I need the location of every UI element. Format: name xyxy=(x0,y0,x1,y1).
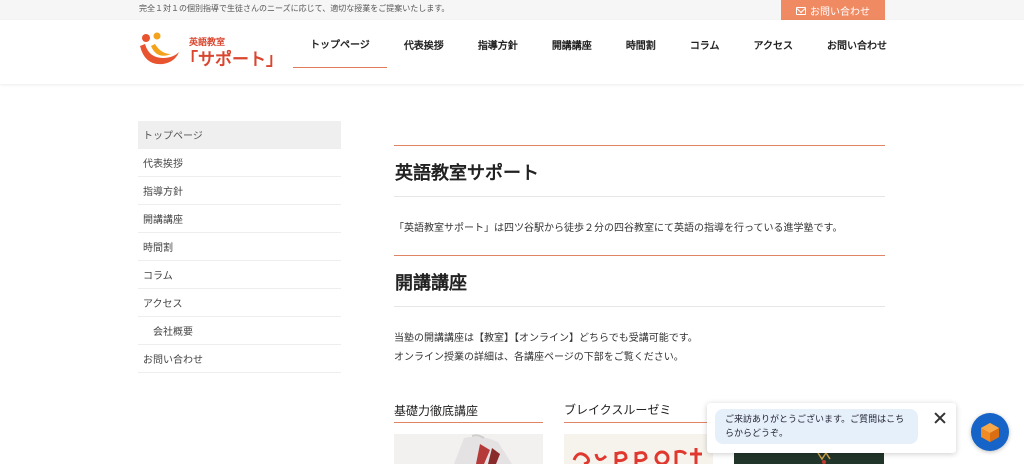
sidebar-item-top[interactable]: トップページ xyxy=(138,121,341,149)
nav-policy[interactable]: 指導方針 xyxy=(461,20,535,68)
chat-popup: ご来訪ありがとうございます。ご質問はこちらからどうぞ。 xyxy=(707,403,956,453)
sidebar-item-access[interactable]: アクセス xyxy=(138,289,341,317)
course-title-basic[interactable]: 基礎力徹底講座 xyxy=(394,402,478,419)
logo-mark-icon xyxy=(140,32,179,65)
courses-description-2: オンライン授業の詳細は、各講座ページの下部をご覧ください。 xyxy=(394,352,684,363)
sidebar-item-greeting[interactable]: 代表挨拶 xyxy=(138,149,341,177)
tagline: 完全１対１の個別指導で生徒さんのニーズに応じて、適切な授業をご提案いたします。 xyxy=(139,4,450,13)
nav-courses[interactable]: 開講講座 xyxy=(535,20,609,68)
sidebar: トップページ 代表挨拶 指導方針 開講講座 時間割 コラム アクセス 会社概要 … xyxy=(138,121,341,373)
course-image-basic[interactable] xyxy=(394,434,543,464)
school-description: 「英語教室サポート」は四ツ谷駅から徒歩２分の四谷教室にて英語の指導を行っている進… xyxy=(394,223,843,234)
nav-top[interactable]: トップページ xyxy=(293,20,387,68)
cube-icon xyxy=(981,423,999,442)
contact-button-label: お問い合わせ xyxy=(810,7,870,18)
course-title-breakthrough[interactable]: ブレイクスルーゼミ xyxy=(564,401,671,418)
chat-launcher-button[interactable] xyxy=(971,413,1009,451)
course-underline xyxy=(394,422,543,423)
contact-button-top[interactable]: お問い合わせ xyxy=(781,0,885,21)
nav-timetable[interactable]: 時間割 xyxy=(609,20,673,68)
nav-contact[interactable]: お問い合わせ xyxy=(810,20,904,68)
sidebar-item-column[interactable]: コラム xyxy=(138,261,341,289)
sidebar-item-company[interactable]: 会社概要 xyxy=(138,317,341,345)
support-sign-icon xyxy=(564,434,713,464)
close-icon[interactable] xyxy=(933,411,947,425)
nav-access[interactable]: アクセス xyxy=(737,20,811,68)
main-content: 英語教室サポート 「英語教室サポート」は四ツ谷駅から徒歩２分の四谷教室にて英語の… xyxy=(394,145,885,367)
chat-message[interactable]: ご来訪ありがとうございます。ご質問はこちらからどうぞ。 xyxy=(715,409,918,444)
student-photo-icon xyxy=(394,434,543,464)
sidebar-item-timetable[interactable]: 時間割 xyxy=(138,233,341,261)
nav-greeting[interactable]: 代表挨拶 xyxy=(387,20,461,68)
courses-description-1: 当塾の開講講座は【教室】【オンライン】どちらでも受講可能です。 xyxy=(394,333,698,344)
site-header: 英語教室 「サポート」 トップページ 代表挨拶 指導方針 開講講座 時間割 コラ… xyxy=(0,20,1024,84)
sidebar-item-courses[interactable]: 開講講座 xyxy=(138,205,341,233)
sidebar-item-policy[interactable]: 指導方針 xyxy=(138,177,341,205)
section-title-courses: 開講講座 xyxy=(394,256,885,307)
course-image-breakthrough[interactable] xyxy=(564,434,713,464)
sidebar-item-contact[interactable]: お問い合わせ xyxy=(138,345,341,373)
site-logo[interactable]: 英語教室 「サポート」 xyxy=(137,32,283,72)
section-title-school: 英語教室サポート xyxy=(394,146,885,197)
nav-column[interactable]: コラム xyxy=(673,20,737,68)
main-nav: トップページ 代表挨拶 指導方針 開講講座 時間割 コラム アクセス お問い合わ… xyxy=(293,20,904,82)
envelope-icon xyxy=(796,6,806,15)
course-underline xyxy=(564,422,713,423)
